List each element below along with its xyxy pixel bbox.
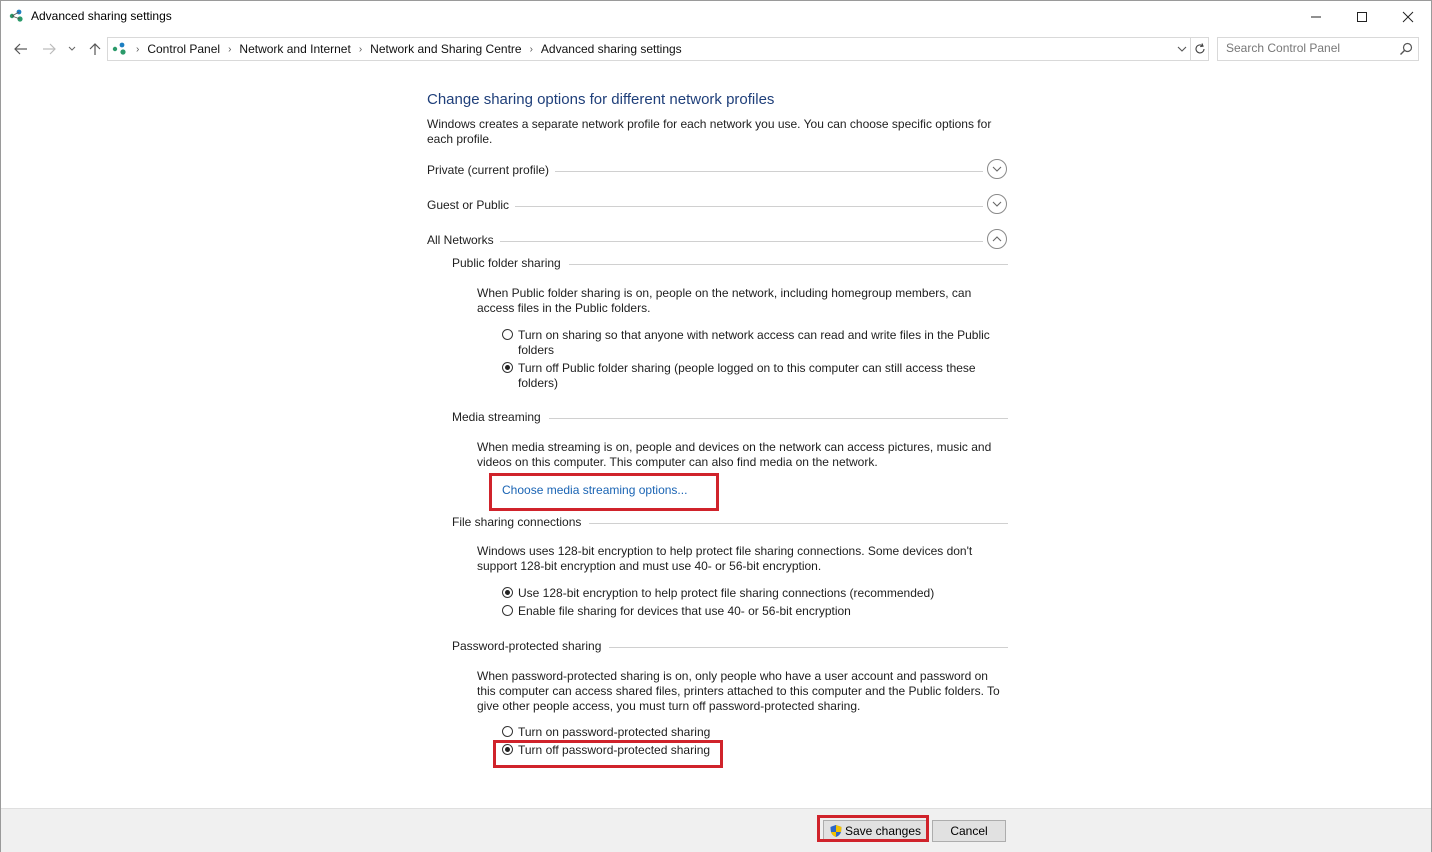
highlight-box xyxy=(489,473,719,511)
chevron-down-icon xyxy=(1177,46,1187,52)
window-title: Advanced sharing settings xyxy=(31,9,172,23)
cancel-button[interactable]: Cancel xyxy=(932,820,1006,842)
network-icon xyxy=(9,9,23,22)
page-description: Windows creates a separate network profi… xyxy=(427,117,992,146)
public-folder-description: When Public folder sharing is on, people… xyxy=(477,286,972,315)
divider xyxy=(427,241,983,242)
profile-private[interactable]: Private (current profile) xyxy=(427,159,1009,181)
maximize-icon xyxy=(1357,11,1367,22)
section-title: File sharing connections xyxy=(452,515,590,529)
file-sharing-description: Windows uses 128-bit encryption to help … xyxy=(477,544,973,573)
network-icon xyxy=(112,42,126,55)
radio-label: Turn off Public folder sharing (people l… xyxy=(518,361,976,390)
chevron-up-icon xyxy=(992,236,1002,242)
breadcrumb-control-panel[interactable]: Control Panel xyxy=(141,42,226,56)
radio-label: Turn on password-protected sharing xyxy=(518,725,711,739)
expand-button[interactable] xyxy=(987,194,1007,214)
password-sharing-description: When password-protected sharing is on, o… xyxy=(477,669,1000,713)
footer-bar: Save changes Cancel xyxy=(1,808,1431,852)
address-bar[interactable]: › Control Panel › Network and Internet ›… xyxy=(107,37,1209,61)
arrow-left-icon xyxy=(14,43,27,55)
window: Advanced sharing settings › Control Pane… xyxy=(0,0,1432,852)
arrow-up-icon xyxy=(89,43,101,55)
search-icon[interactable] xyxy=(1398,41,1414,57)
refresh-icon xyxy=(1195,43,1205,54)
collapse-button[interactable] xyxy=(987,229,1007,249)
up-button[interactable] xyxy=(85,39,105,59)
profile-label: All Networks xyxy=(427,233,500,247)
radio-button[interactable] xyxy=(502,605,513,616)
chevron-down-icon xyxy=(992,201,1002,207)
search-box xyxy=(1217,37,1419,61)
chevron-down-icon xyxy=(992,166,1002,172)
radio-button-selected[interactable] xyxy=(502,587,513,598)
breadcrumb-separator-icon: › xyxy=(228,43,232,55)
profile-label: Private (current profile) xyxy=(427,163,556,177)
profile-guest-public[interactable]: Guest or Public xyxy=(427,194,1009,216)
radio-label: Enable file sharing for devices that use… xyxy=(518,604,851,618)
arrow-right-icon xyxy=(43,43,56,55)
navigation-bar: › Control Panel › Network and Internet ›… xyxy=(1,35,1431,63)
highlight-box xyxy=(493,740,723,768)
section-public-folder-sharing: Public folder sharing xyxy=(452,256,1008,272)
refresh-button[interactable] xyxy=(1190,38,1209,60)
section-password-protected-sharing: Password-protected sharing xyxy=(452,639,1008,655)
maximize-button[interactable] xyxy=(1339,1,1385,32)
title-bar: Advanced sharing settings xyxy=(1,1,1431,32)
radio-public-sharing-off[interactable]: Turn off Public folder sharing (people l… xyxy=(502,361,1002,391)
section-title: Public folder sharing xyxy=(452,256,569,270)
address-dropdown-button[interactable] xyxy=(1174,38,1190,60)
search-input[interactable] xyxy=(1218,38,1396,58)
breadcrumb-advanced-sharing-settings[interactable]: Advanced sharing settings xyxy=(535,42,688,56)
radio-button[interactable] xyxy=(502,329,513,340)
radio-label: Use 128-bit encryption to help protect f… xyxy=(518,586,935,600)
highlight-box xyxy=(817,815,929,842)
close-icon xyxy=(1402,11,1414,22)
cancel-label: Cancel xyxy=(950,824,988,838)
breadcrumb-separator-icon: › xyxy=(529,43,533,55)
breadcrumb-separator-icon: › xyxy=(136,43,140,55)
minimize-button[interactable] xyxy=(1293,1,1339,32)
radio-40-56-bit-encryption[interactable]: Enable file sharing for devices that use… xyxy=(502,604,1002,619)
section-file-sharing-connections: File sharing connections xyxy=(452,515,1008,531)
radio-button[interactable] xyxy=(502,726,513,737)
radio-public-sharing-on[interactable]: Turn on sharing so that anyone with netw… xyxy=(502,328,1002,358)
radio-password-sharing-on[interactable]: Turn on password-protected sharing xyxy=(502,725,1002,740)
minimize-icon xyxy=(1311,16,1321,17)
profile-all-networks[interactable]: All Networks xyxy=(427,229,1009,251)
forward-button[interactable] xyxy=(39,39,59,59)
radio-button-selected[interactable] xyxy=(502,362,513,373)
page-title: Change sharing options for different net… xyxy=(427,91,775,108)
chevron-down-icon xyxy=(68,46,76,51)
breadcrumb-separator-icon: › xyxy=(358,43,363,55)
main-content: Change sharing options for different net… xyxy=(1,63,1431,808)
radio-128-bit-encryption[interactable]: Use 128-bit encryption to help protect f… xyxy=(502,586,1002,601)
close-button[interactable] xyxy=(1385,1,1431,32)
expand-button[interactable] xyxy=(987,159,1007,179)
profile-label: Guest or Public xyxy=(427,198,516,212)
section-title: Media streaming xyxy=(452,410,549,424)
back-button[interactable] xyxy=(11,39,31,59)
section-title: Password-protected sharing xyxy=(452,639,610,653)
breadcrumb-network-and-sharing-centre[interactable]: Network and Sharing Centre xyxy=(364,42,527,56)
breadcrumb: › Control Panel › Network and Internet ›… xyxy=(112,38,688,60)
section-media-streaming: Media streaming xyxy=(452,410,1008,426)
media-streaming-description: When media streaming is on, people and d… xyxy=(477,440,992,469)
recent-locations-button[interactable] xyxy=(64,39,80,59)
radio-label: Turn on sharing so that anyone with netw… xyxy=(518,328,990,357)
breadcrumb-network-and-internet[interactable]: Network and Internet xyxy=(233,42,356,56)
